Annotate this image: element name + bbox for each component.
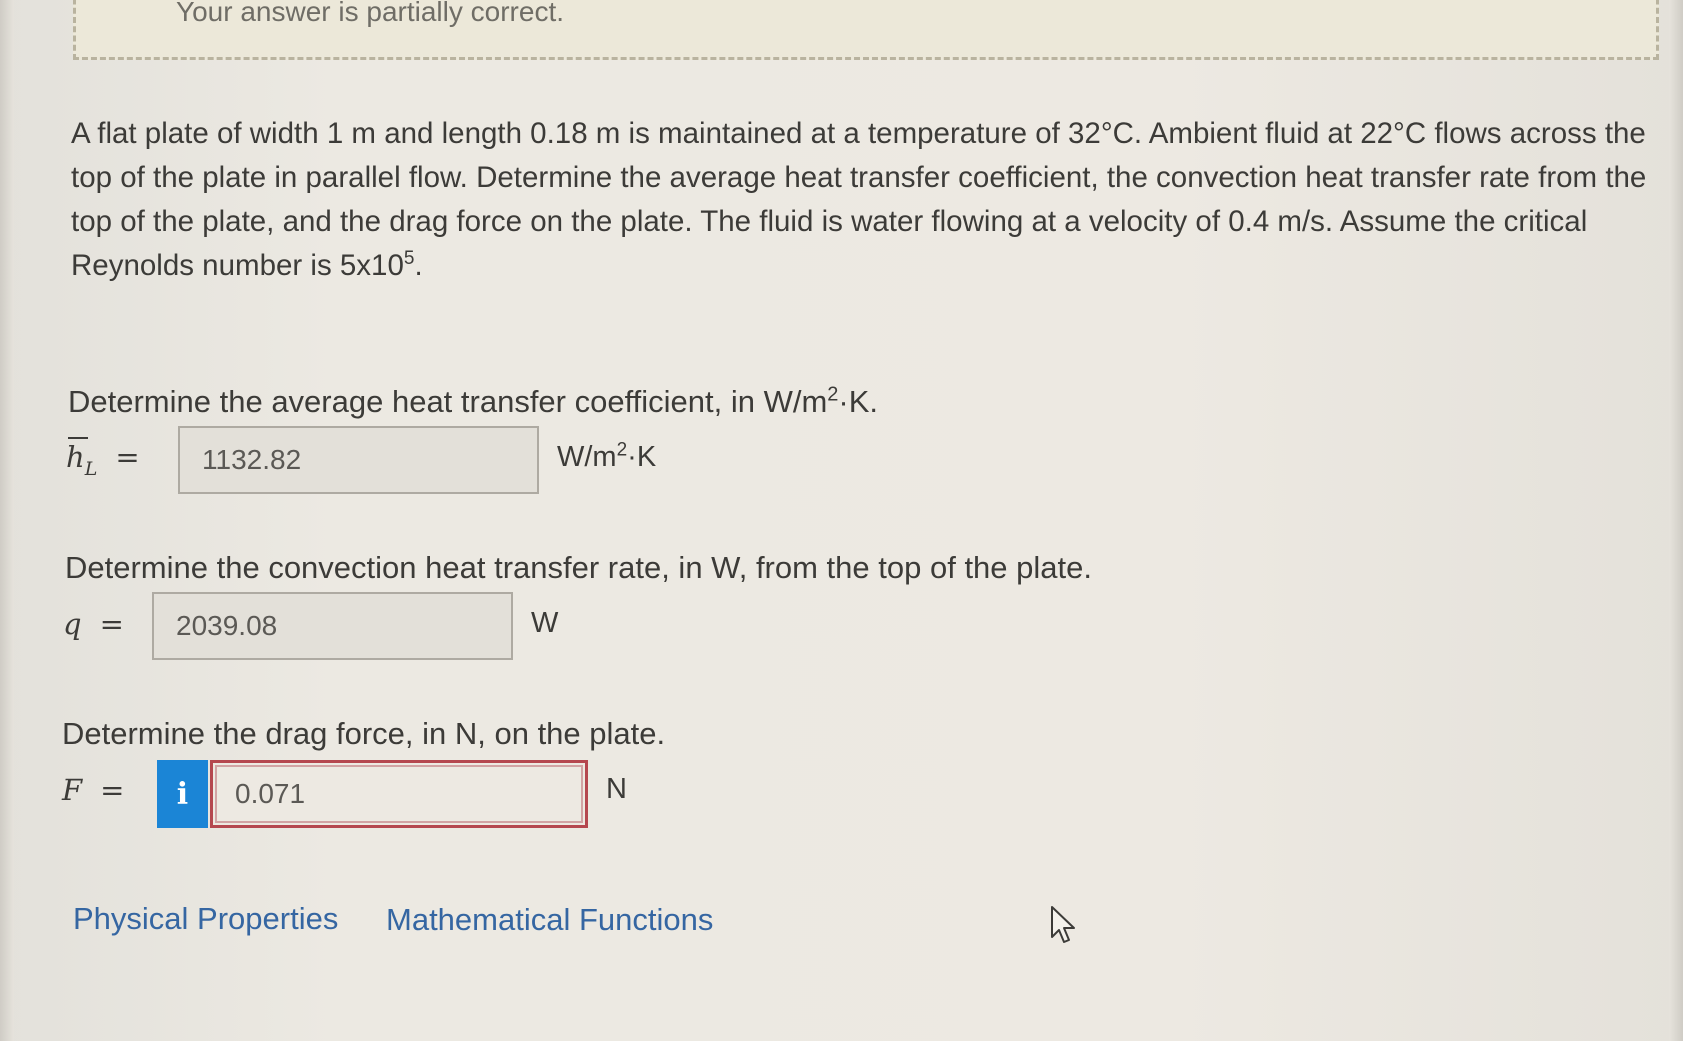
question-prompt: Determine the average heat transfer coef…	[68, 384, 828, 419]
symbol-subscript: L	[84, 458, 98, 480]
equals-sign: =	[100, 773, 125, 807]
symbol-q: q =	[63, 607, 124, 641]
problem-statement: A flat plate of width 1 m and length 0.1…	[71, 112, 1651, 288]
question-drag-force: Determine the drag force, in N, on the p…	[62, 716, 666, 751]
screen-edge-right	[1669, 0, 1683, 1041]
symbol-h-bar-L: hL =	[66, 440, 140, 480]
question-prompt-exponent: 2	[827, 383, 839, 406]
problem-end: .	[414, 249, 423, 282]
problem-text: A flat plate of width 1 m and length 0.1…	[71, 117, 1647, 282]
overbar	[68, 437, 88, 439]
mathematical-functions-link[interactable]: Mathematical Functions	[386, 902, 713, 938]
unit-heat-transfer-coefficient: W/m2·K	[557, 439, 657, 474]
mouse-pointer-icon	[1050, 905, 1080, 950]
info-icon[interactable]: i	[157, 760, 208, 828]
unit-drag-force: N	[606, 773, 627, 805]
symbol-F: F =	[62, 773, 124, 807]
equals-sign: =	[115, 440, 140, 474]
unit-text: W/m	[557, 441, 617, 473]
reynolds-exponent: 5	[403, 248, 415, 270]
equals-sign: =	[99, 607, 124, 641]
symbol-letter: F	[62, 773, 83, 807]
answer-value: 1132.82	[202, 444, 302, 475]
page: Your answer is partially correct. A flat…	[0, 0, 1683, 1041]
answer-field-drag-force[interactable]: 0.071	[210, 760, 588, 828]
unit-heat-transfer-rate: W	[531, 607, 559, 639]
question-heat-transfer-rate: Determine the convection heat transfer r…	[65, 550, 1092, 585]
answer-value: 0.071	[235, 778, 306, 809]
answer-field-heat-transfer-rate[interactable]: 2039.08	[152, 592, 513, 660]
physical-properties-link[interactable]: Physical Properties	[73, 901, 338, 937]
feedback-message: Your answer is partially correct.	[176, 0, 565, 27]
feedback-banner: Your answer is partially correct.	[73, 0, 1659, 60]
question-prompt-suffix: ·K.	[838, 384, 879, 419]
symbol-letter: h	[66, 440, 85, 474]
question-heat-transfer-coefficient: Determine the average heat transfer coef…	[68, 384, 878, 420]
unit-exponent: 2	[616, 439, 628, 461]
answer-value: 2039.08	[176, 610, 278, 641]
unit-suffix: ·K	[627, 441, 657, 473]
screen-edge-left	[0, 0, 14, 1041]
symbol-letter: q	[63, 607, 82, 641]
answer-field-heat-transfer-coefficient[interactable]: 1132.82	[178, 426, 539, 494]
